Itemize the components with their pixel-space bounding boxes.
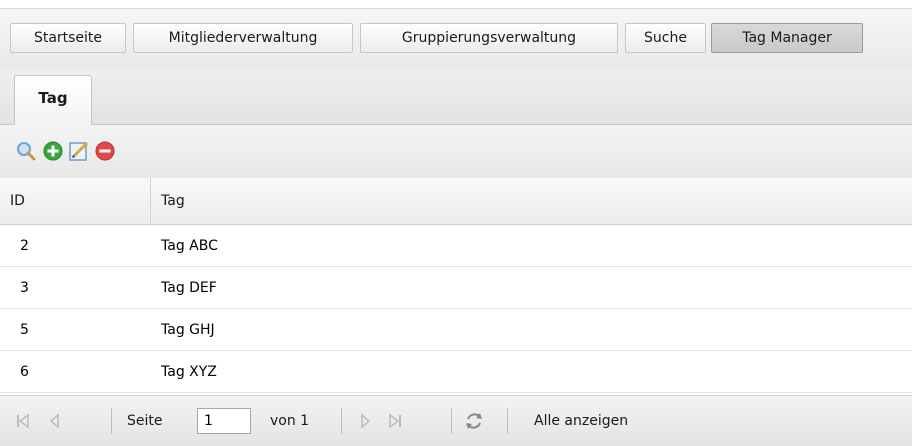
paging-toolbar: Seite von 1 Alle anzeigen (0, 395, 912, 446)
previous-page-icon[interactable] (46, 412, 64, 430)
main-tab-bar: Startseite Mitgliederverwaltung Gruppier… (0, 9, 912, 69)
search-icon[interactable] (15, 140, 37, 162)
cell-id: 3 (20, 280, 29, 296)
pager-separator (341, 408, 342, 434)
first-page-icon[interactable] (14, 412, 32, 430)
delete-icon[interactable] (94, 140, 116, 162)
tab-startseite[interactable]: Startseite (10, 23, 126, 53)
column-header-id[interactable]: ID (10, 178, 25, 224)
table-row[interactable]: 6 Tag XYZ (0, 351, 912, 393)
top-border (0, 0, 912, 9)
grid-header: ID Tag (0, 178, 912, 225)
column-separator (150, 178, 151, 224)
table-row[interactable]: 5 Tag GHJ (0, 309, 912, 351)
cell-id: 6 (20, 364, 29, 380)
page-label: Seite (127, 413, 163, 429)
pager-separator (451, 408, 452, 434)
next-page-icon[interactable] (356, 412, 374, 430)
toolbar (0, 125, 912, 179)
sub-tab-bar: Tag (0, 69, 912, 125)
cell-tag: Tag DEF (161, 280, 217, 296)
column-header-tag[interactable]: Tag (161, 178, 185, 224)
table-row[interactable]: 2 Tag ABC (0, 225, 912, 267)
pager-separator (507, 408, 508, 434)
page-number-input[interactable] (197, 408, 251, 434)
refresh-icon[interactable] (463, 410, 485, 432)
edit-icon[interactable] (68, 140, 90, 162)
tab-tag-manager[interactable]: Tag Manager (711, 23, 863, 53)
add-icon[interactable] (42, 140, 64, 162)
cell-id: 2 (20, 238, 29, 254)
cell-id: 5 (20, 322, 29, 338)
cell-tag: Tag XYZ (161, 364, 217, 380)
cell-tag: Tag GHJ (161, 322, 215, 338)
page-count-label: von 1 (270, 413, 310, 429)
tab-gruppierungsverwaltung[interactable]: Gruppierungsverwaltung (360, 23, 618, 53)
last-page-icon[interactable] (386, 412, 404, 430)
table-row[interactable]: 3 Tag DEF (0, 267, 912, 309)
tab-tag[interactable]: Tag (14, 75, 92, 125)
tab-suche[interactable]: Suche (625, 23, 706, 53)
pager-separator (111, 408, 112, 434)
cell-tag: Tag ABC (161, 238, 218, 254)
tab-mitgliederverwaltung[interactable]: Mitgliederverwaltung (133, 23, 353, 53)
grid-body: 2 Tag ABC 3 Tag DEF 5 Tag GHJ 6 Tag XYZ (0, 225, 912, 393)
show-all-button[interactable]: Alle anzeigen (534, 396, 628, 446)
